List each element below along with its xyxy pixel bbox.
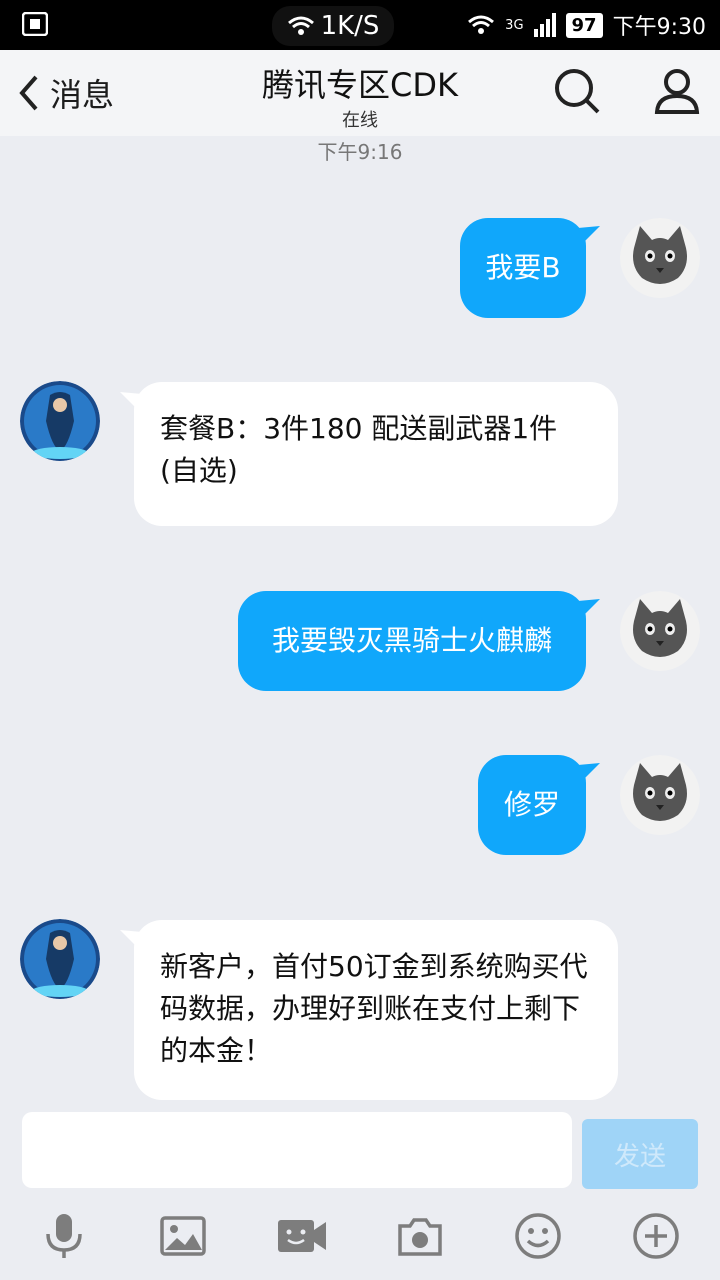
image-icon[interactable] <box>159 1212 207 1260</box>
search-icon[interactable] <box>552 66 602 116</box>
message-bubble-outgoing[interactable]: 修罗 <box>478 755 586 855</box>
battery-level: 97 <box>565 12 603 38</box>
mic-icon[interactable] <box>40 1212 88 1260</box>
message-bubble-outgoing[interactable]: 我要毁灭黑骑士火麒麟 <box>238 591 586 691</box>
status-bar: 1K/S 3G 97 下午9:30 <box>0 0 720 50</box>
bubble-tail <box>578 226 600 246</box>
game-character-avatar-icon <box>20 919 100 999</box>
game-character-avatar-icon <box>20 381 100 461</box>
cat-avatar-icon <box>620 755 700 835</box>
message-timestamp: 下午9:16 <box>317 140 403 164</box>
video-call-icon[interactable] <box>276 1212 328 1260</box>
bubble-tail <box>578 763 600 783</box>
send-button[interactable]: 发送 <box>582 1119 698 1189</box>
screenshot-icon <box>22 12 48 36</box>
my-avatar[interactable] <box>620 755 700 835</box>
cat-avatar-icon <box>620 218 700 298</box>
profile-icon[interactable] <box>652 66 702 116</box>
message-bubble-incoming[interactable]: 套餐B：3件180 配送副武器1件(自选) <box>134 382 618 526</box>
message-text: 修罗 <box>503 788 560 821</box>
bubble-tail <box>578 599 600 619</box>
wifi-icon <box>287 16 314 35</box>
clock: 下午9:30 <box>612 15 706 40</box>
message-text: 我要B <box>485 251 561 284</box>
message-text: 套餐B：3件180 配送副武器1件(自选) <box>160 412 558 487</box>
composer-bar: 发送 <box>0 1100 720 1280</box>
cell-signal-icon <box>533 13 556 37</box>
message-text: 我要毁灭黑骑士火麒麟 <box>271 624 552 657</box>
plus-icon[interactable] <box>632 1212 680 1260</box>
online-status: 在线 <box>342 110 378 131</box>
message-input[interactable] <box>22 1112 572 1188</box>
message-text: 新客户，首付50订金到系统购买代码数据，办理好到账在支付上剩下的本金！ <box>160 950 588 1067</box>
my-avatar[interactable] <box>620 218 700 298</box>
network-type: 3G <box>505 17 524 33</box>
message-bubble-outgoing[interactable]: 我要B <box>460 218 586 318</box>
message-bubble-incoming[interactable]: 新客户，首付50订金到系统购买代码数据，办理好到账在支付上剩下的本金！ <box>134 920 618 1100</box>
wifi-signal-icon <box>468 15 495 34</box>
network-speed: 1K/S <box>272 6 394 46</box>
contact-avatar[interactable] <box>20 919 100 999</box>
speed-text: 1K/S <box>320 11 380 41</box>
contact-avatar[interactable] <box>20 381 100 461</box>
chat-title: 腾讯专区CDK <box>262 66 458 104</box>
cat-avatar-icon <box>620 591 700 671</box>
emoji-icon[interactable] <box>514 1212 562 1260</box>
chat-header: 消息 腾讯专区CDK 在线 <box>0 50 720 136</box>
camera-icon[interactable] <box>396 1212 444 1260</box>
my-avatar[interactable] <box>620 591 700 671</box>
